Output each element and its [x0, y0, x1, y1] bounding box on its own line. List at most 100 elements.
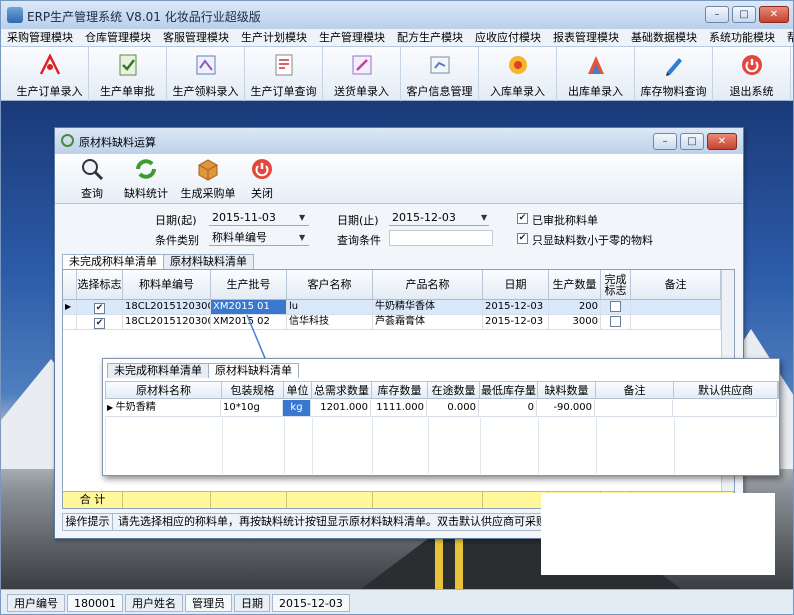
col-customer: 客户名称	[287, 270, 373, 299]
date-from-field[interactable]: 2015-11-03	[209, 210, 309, 226]
cell-qty: 3000	[549, 315, 601, 329]
dialog-close-button[interactable]: ✕	[707, 133, 737, 150]
inventory-query-button[interactable]: 库存物料查询	[635, 47, 713, 101]
shortage-stats-button[interactable]: 缺料统计	[115, 154, 177, 203]
row-done-checkbox[interactable]	[601, 315, 631, 329]
row-pointer-icon: ▶	[107, 403, 116, 412]
approved-only-checkbox[interactable]: ✔	[517, 213, 528, 224]
sum-cell	[373, 492, 483, 508]
material-pick-entry-button[interactable]: 生产领料录入	[167, 47, 245, 101]
generate-purchase-button[interactable]: 生成采购单	[177, 154, 239, 203]
menu-warehouse[interactable]: 仓库管理模块	[79, 29, 157, 46]
cell-batch[interactable]: XM2015 01	[211, 300, 287, 314]
cell-material-name: ▶ 牛奶香精	[105, 400, 221, 416]
table-row[interactable]: ✔ 18CL20151203002 XM2015 02 信华科技 芦荟霜膏体 2…	[63, 315, 721, 330]
row-indicator-header	[63, 270, 77, 299]
row-select-checkbox[interactable]: ✔	[77, 315, 123, 329]
cell-note	[595, 400, 673, 416]
tab-unfinished-orders[interactable]: 未完成称料单清单	[62, 254, 164, 269]
close-dialog-button[interactable]: 关闭	[239, 154, 285, 203]
material-shortage-panel: 未完成称料单清单 原材料缺料清单 原材料名称 包装规格 单位 总需求数量 库存数…	[102, 358, 780, 476]
cell-product: 牛奶精华香体	[373, 300, 483, 314]
table-row[interactable]: ▶ 牛奶香精 10*10g kg 1201.000 1111.000 0.000…	[105, 400, 777, 417]
production-approval-button[interactable]: 生产单审批	[89, 47, 167, 101]
col-date: 日期	[483, 270, 549, 299]
cell-shortage: -90.000	[537, 400, 595, 416]
menu-production[interactable]: 生产管理模块	[313, 29, 391, 46]
tab-material-shortage[interactable]: 原材料缺料清单	[163, 254, 254, 269]
query-input[interactable]	[389, 230, 493, 246]
menu-purchase[interactable]: 采购管理模块	[1, 29, 79, 46]
date-value: 2015-12-03	[272, 594, 350, 612]
customer-icon	[426, 51, 454, 79]
minimize-button[interactable]: –	[705, 6, 729, 23]
production-order-query-button[interactable]: 生产订单查询	[245, 47, 323, 101]
cell-product: 芦荟霜膏体	[373, 315, 483, 329]
query-button[interactable]: 查询	[69, 154, 115, 203]
maximize-button[interactable]: □	[732, 6, 756, 23]
shortage-grid-header: 原材料名称 包装规格 单位 总需求数量 库存数量 在途数量 最低库存量 缺料数量…	[105, 381, 779, 399]
category-label: 条件类别	[155, 234, 199, 247]
menu-basic-data[interactable]: 基础数据模块	[625, 29, 703, 46]
shortage-grid-empty-area	[105, 418, 779, 474]
category-dropdown-icon[interactable]: ▼	[299, 233, 305, 242]
col-total-demand: 总需求数量	[312, 382, 372, 398]
delivery-entry-button[interactable]: 送货单录入	[323, 47, 401, 101]
user-code-value: 180001	[67, 594, 123, 612]
dialog-title-bar: 原材料缺料运算 – □ ✕	[55, 128, 743, 154]
user-name-label: 用户姓名	[125, 594, 183, 612]
col-unit: 单位	[284, 382, 312, 398]
stock-out-entry-button[interactable]: 出库单录入	[557, 47, 635, 101]
dialog-minimize-button[interactable]: –	[653, 133, 677, 150]
delivery-icon	[348, 51, 376, 79]
row-done-checkbox[interactable]	[601, 300, 631, 314]
app-logo-icon	[7, 7, 23, 23]
category-select[interactable]: 称料单编号	[209, 230, 309, 246]
gear-icon	[61, 134, 74, 147]
table-row[interactable]: ▶ ✔ 18CL20151203001 XM2015 01 lu 牛奶精华香体 …	[63, 300, 721, 315]
menu-formula[interactable]: 配方生产模块	[391, 29, 469, 46]
cell-stock: 1111.000	[371, 400, 427, 416]
close-button[interactable]: ✕	[759, 6, 789, 23]
grid-header: 选择标志 称料单编号 生产批号 客户名称 产品名称 日期 生产数量 完成标志 备…	[63, 270, 721, 300]
shortage-only-checkbox[interactable]: ✔	[517, 233, 528, 244]
inventory-query-icon	[660, 51, 688, 79]
cell-unit[interactable]: kg	[283, 400, 311, 416]
dialog-maximize-button[interactable]: □	[680, 133, 704, 150]
date-to-field[interactable]: 2015-12-03	[389, 210, 489, 226]
menu-plan[interactable]: 生产计划模块	[235, 29, 313, 46]
sub-tabs: 未完成称料单清单 原材料缺料清单	[107, 363, 299, 378]
menu-system[interactable]: 系统功能模块	[703, 29, 781, 46]
cell-customer: lu	[287, 300, 373, 314]
title-bar: ERP生产管理系统 V8.01 化妆品行业超级版 – □ ✕	[1, 1, 793, 29]
col-material-name: 原材料名称	[106, 382, 222, 398]
col-shortage: 缺料数量	[538, 382, 596, 398]
menu-reports[interactable]: 报表管理模块	[547, 29, 625, 46]
user-code-label: 用户编号	[7, 594, 65, 612]
sum-cell	[483, 492, 549, 508]
date-from-dropdown-icon[interactable]: ▼	[299, 213, 305, 222]
stock-in-entry-button[interactable]: 入库单录入	[479, 47, 557, 101]
menu-service[interactable]: 客服管理模块	[157, 29, 235, 46]
exit-system-button[interactable]: 退出系统	[713, 47, 791, 101]
col-note: 备注	[631, 270, 721, 299]
customer-info-button[interactable]: 客户信息管理	[401, 47, 479, 101]
cell-code: 18CL20151203002	[125, 315, 211, 329]
menu-help[interactable]: 帮助	[781, 29, 793, 46]
date-to-dropdown-icon[interactable]: ▼	[481, 213, 487, 222]
sub-tab-unfinished-orders[interactable]: 未完成称料单清单	[107, 363, 209, 378]
magnifier-icon	[78, 156, 106, 182]
sum-cell	[211, 492, 287, 508]
cell-min-stock: 0	[479, 400, 537, 416]
menu-finance[interactable]: 应收应付模块	[469, 29, 547, 46]
approved-only-label: 已审批称料单	[532, 214, 598, 227]
row-select-checkbox[interactable]: ✔	[77, 300, 123, 314]
dialog-tabs: 未完成称料单清单 原材料缺料清单	[62, 254, 254, 269]
cell-default-supplier[interactable]	[673, 400, 777, 416]
cell-customer: 信华科技	[287, 315, 373, 329]
blank-overlay	[541, 493, 775, 575]
approve-icon	[114, 51, 142, 79]
stock-out-icon	[582, 51, 610, 79]
production-order-entry-button[interactable]: 生产订单录入	[11, 47, 89, 101]
sub-tab-material-shortage[interactable]: 原材料缺料清单	[208, 363, 299, 378]
